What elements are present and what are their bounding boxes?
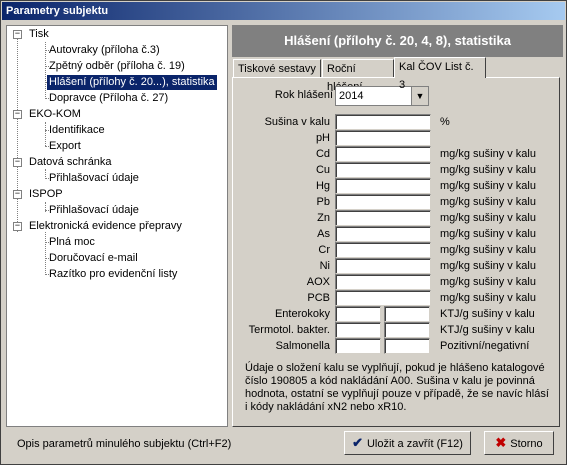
tree-item-prihlasovaci-udaje[interactable]: Přihlašovací údaje xyxy=(49,171,139,186)
row-unit: mg/kg sušiny v kalu xyxy=(440,260,536,272)
row-label: PCB xyxy=(307,292,330,304)
info-note: Údaje o složení kalu se vyplňují, pokud … xyxy=(245,362,549,414)
window-title: Parametry subjektu xyxy=(2,2,565,20)
save-close-button[interactable]: ✔ Uložit a zavřít (F12) xyxy=(344,431,471,455)
row-unit: Pozitivní/negativní xyxy=(440,340,530,352)
row-label: pH xyxy=(315,132,330,144)
row-unit: mg/kg sušiny v kalu xyxy=(440,148,536,160)
save-close-label: Uložit a zavřít (F12) xyxy=(366,438,463,450)
row-label: Cr xyxy=(318,244,330,256)
row-label: As xyxy=(317,228,330,240)
value-input[interactable] xyxy=(335,226,431,242)
value-input[interactable] xyxy=(335,146,431,162)
copy-previous-hint: Opis parametrů minulého subjektu (Ctrl+F… xyxy=(17,438,232,450)
value-input[interactable] xyxy=(384,338,430,354)
row-label: Cd xyxy=(315,148,330,160)
tree-line-eep xyxy=(45,232,46,275)
value-input[interactable] xyxy=(335,178,431,194)
row-label: Termotol. bakter. xyxy=(248,324,330,336)
expand-icon[interactable]: − xyxy=(13,30,22,39)
tree-item-razitko[interactable]: Razítko pro evidenční listy xyxy=(49,267,177,282)
row-label: Sušina v kalu xyxy=(264,116,330,128)
value-input[interactable] xyxy=(335,306,381,322)
tree-item-plna-moc[interactable]: Plná moc xyxy=(49,235,95,250)
row-label: Enterokoky xyxy=(274,308,330,320)
row-unit: KTJ/g sušiny v kalu xyxy=(440,324,535,336)
row-unit: mg/kg sušiny v kalu xyxy=(440,244,536,256)
note-line: číslo 190805 a kód nakládání A00. Sušina… xyxy=(245,375,535,387)
value-input[interactable] xyxy=(335,130,431,146)
tab-kal-cov-list[interactable]: Kal ČOV List č. 3 xyxy=(394,57,486,91)
row-unit: mg/kg sušiny v kalu xyxy=(440,196,536,208)
value-input[interactable] xyxy=(335,338,381,354)
cancel-button[interactable]: ✖ Storno xyxy=(484,431,554,455)
value-input[interactable] xyxy=(384,306,430,322)
tree-item-hlaseni-selected[interactable]: Hlášení (přílohy č. 20...), statistika xyxy=(47,75,217,90)
row-label: Cu xyxy=(315,164,330,176)
panel-header: Hlášení (přílohy č. 20, 4, 8), statistik… xyxy=(232,25,563,57)
tab-tiskove-sestavy[interactable]: Tiskové sestavy xyxy=(233,59,321,77)
row-unit: mg/kg sušiny v kalu xyxy=(440,212,536,224)
value-input[interactable] xyxy=(335,194,431,210)
row-label: Pb xyxy=(316,196,330,208)
row-label: Ni xyxy=(319,260,330,272)
value-input[interactable] xyxy=(335,242,431,258)
cancel-label: Storno xyxy=(510,438,543,450)
tree-item-dopravce[interactable]: Dopravce (Příloha č. 27) xyxy=(49,91,168,106)
tree-item-ispop-prihlasovaci-udaje[interactable]: Přihlašovací údaje xyxy=(49,203,139,218)
row-unit: mg/kg sušiny v kalu xyxy=(440,228,536,240)
tree-group-ispop[interactable]: ISPOP xyxy=(29,187,63,202)
expand-icon[interactable]: − xyxy=(13,158,22,167)
value-input[interactable] xyxy=(335,274,431,290)
note-line: hodnota, ostatní se vyplňují pouze v pří… xyxy=(245,388,549,400)
value-input[interactable] xyxy=(384,322,430,338)
row-unit: mg/kg sušiny v kalu xyxy=(440,164,536,176)
expand-icon[interactable]: − xyxy=(13,110,22,119)
note-line: Údaje o složení kalu se vyplňují, pokud … xyxy=(245,362,545,374)
tree-item-identifikace[interactable]: Identifikace xyxy=(49,123,105,138)
value-input[interactable] xyxy=(335,290,431,306)
settings-tree[interactable]: − Tisk Autovraky (příloha č.3) Zpětný od… xyxy=(6,25,228,427)
expand-icon[interactable]: − xyxy=(13,190,22,199)
row-label: AOX xyxy=(306,276,330,288)
year-select[interactable]: 2014 ▼ xyxy=(335,86,429,106)
tree-group-datova-schranka[interactable]: Datová schránka xyxy=(29,155,112,170)
tree-item-autovraky[interactable]: Autovraky (příloha č.3) xyxy=(49,43,160,58)
tree-group-tisk[interactable]: Tisk xyxy=(29,27,49,42)
tree-group-ekokom[interactable]: EKO-KOM xyxy=(29,107,81,122)
check-icon: ✔ xyxy=(352,435,363,450)
value-input[interactable] xyxy=(335,114,431,130)
tab-content: Rok hlášení 2014 ▼ Sušina v kalu% pH Cd mg/… xyxy=(232,77,560,427)
note-line: i kódy nakládání xN2 nebo xR10. xyxy=(245,401,407,413)
row-unit: mg/kg sušiny v kalu xyxy=(440,276,536,288)
detail-panel: Hlášení (přílohy č. 20, 4, 8), statistik… xyxy=(232,25,563,427)
row-unit: mg/kg sušiny v kalu xyxy=(440,180,536,192)
tree-item-export[interactable]: Export xyxy=(49,139,81,154)
row-unit: % xyxy=(440,116,450,128)
row-unit: mg/kg sušiny v kalu xyxy=(440,292,536,304)
value-input[interactable] xyxy=(335,210,431,226)
value-input[interactable] xyxy=(335,162,431,178)
chevron-down-icon[interactable]: ▼ xyxy=(411,87,428,105)
row-label: Hg xyxy=(315,180,330,192)
tree-line-ekokom xyxy=(45,122,46,146)
tree-root-line xyxy=(17,38,18,232)
year-value: 2014 xyxy=(339,90,364,102)
row-unit: KTJ/g sušiny v kalu xyxy=(440,308,535,320)
row-label: Salmonella xyxy=(275,340,330,352)
tree-item-zpetny-odber[interactable]: Zpětný odběr (příloha č. 19) xyxy=(49,59,185,74)
tree-item-dorucovaci-email[interactable]: Doručovací e-mail xyxy=(49,251,138,266)
close-icon: ✖ xyxy=(495,435,507,450)
expand-icon[interactable]: − xyxy=(13,222,22,231)
value-input[interactable] xyxy=(335,258,431,274)
year-label: Rok hlášení xyxy=(274,89,333,101)
tab-rocni-hlaseni[interactable]: Roční hlášení xyxy=(322,59,394,93)
value-input[interactable] xyxy=(335,322,381,338)
dialog-window: Parametry subjektu − Tisk Autovraky (pří… xyxy=(0,0,567,465)
row-label: Zn xyxy=(317,212,330,224)
tree-group-eep[interactable]: Elektronická evidence přepravy xyxy=(29,219,182,234)
